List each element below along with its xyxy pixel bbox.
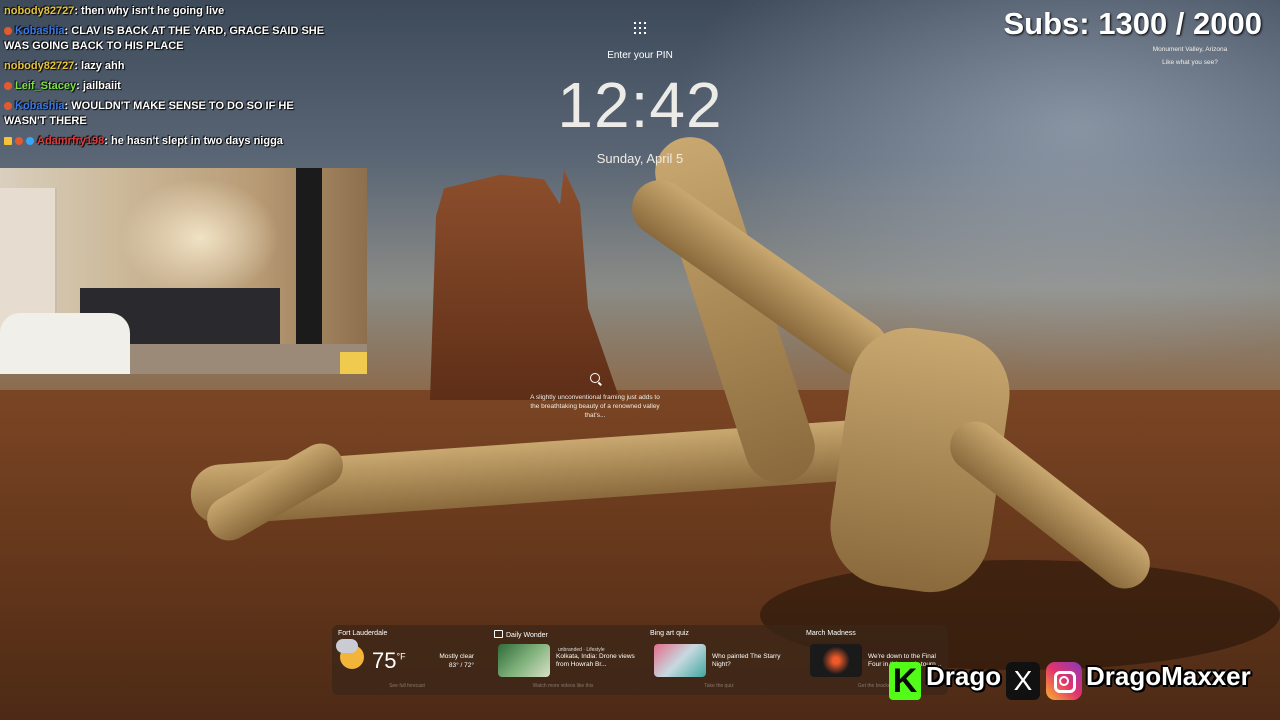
search-icon[interactable] bbox=[590, 373, 600, 383]
chat-message: Kobashia: CLAV IS BACK AT THE YARD, GRAC… bbox=[4, 25, 325, 52]
chat-username: nobody82727 bbox=[4, 5, 75, 17]
flame-badge-icon bbox=[4, 102, 12, 111]
x-icon: X bbox=[1006, 662, 1040, 700]
chat-text: then why isn't he going live bbox=[81, 5, 225, 17]
widget-footer[interactable]: Take the quiz bbox=[644, 683, 794, 689]
widget-title-text: Daily Wonder bbox=[506, 632, 548, 639]
widget-title: Bing art quiz bbox=[650, 630, 689, 637]
apps-grid-icon[interactable] bbox=[634, 22, 646, 35]
lock-clock: 12:42 bbox=[557, 69, 723, 141]
instagram-username: DragoMaxxer bbox=[1086, 661, 1251, 691]
chat-message: Leif_Stacey: jailbaiit bbox=[4, 79, 329, 94]
chat-username: nobody82727 bbox=[4, 60, 75, 72]
spotlight-info[interactable]: Monument Valley, Arizona Like what you s… bbox=[1130, 43, 1250, 69]
chat-text: lazy ahh bbox=[81, 60, 125, 72]
like-prompt[interactable]: Like what you see? bbox=[1130, 56, 1250, 69]
weather-widget[interactable]: Fort Lauderdale 75°F Mostly clear 83° / … bbox=[332, 625, 482, 695]
temp-value: 75 bbox=[372, 648, 397, 673]
flame-badge-icon bbox=[15, 137, 23, 146]
weather-condition: Mostly clear 83° / 72° bbox=[434, 652, 474, 670]
kick-icon: K bbox=[889, 662, 921, 700]
chat-username: Kobashia bbox=[15, 100, 65, 112]
basketball-thumbnail bbox=[810, 644, 862, 677]
image-icon bbox=[494, 630, 503, 638]
cam-box bbox=[340, 352, 367, 374]
instagram-icon bbox=[1046, 662, 1082, 700]
webcam-feed bbox=[0, 168, 367, 374]
art-quiz-widget[interactable]: Bing art quiz Who painted The Starry Nig… bbox=[644, 625, 794, 695]
widget-headline: Kolkata, India: Drone views from Howrah … bbox=[556, 653, 635, 668]
widget-headline: Who painted The Starry Night? bbox=[712, 653, 781, 668]
lock-date: Sunday, April 5 bbox=[596, 151, 684, 166]
cam-chair bbox=[0, 313, 130, 374]
chat-username: Kobashia bbox=[15, 25, 65, 37]
spotlight-caption[interactable]: A slightly unconventional framing just a… bbox=[530, 393, 660, 420]
social-banner: K Drago X DragoMaxxer bbox=[884, 657, 1266, 705]
widget-title: Fort Lauderdale bbox=[338, 630, 388, 637]
art-thumbnail bbox=[654, 644, 706, 677]
chat-username: Adamrfry198 bbox=[37, 135, 105, 147]
crown-badge-icon bbox=[4, 137, 12, 146]
weather-icon bbox=[336, 639, 364, 669]
kick-username: Drago bbox=[926, 661, 1002, 691]
chat-text: jailbaiit bbox=[82, 80, 121, 92]
widget-title: Daily Wonder bbox=[494, 630, 548, 639]
location-label: Monument Valley, Arizona bbox=[1152, 46, 1228, 53]
mitten-butte bbox=[430, 170, 620, 400]
daily-wonder-widget[interactable]: Daily Wonder unbranded · Lifestyle Kolka… bbox=[488, 625, 638, 695]
condition-text: Mostly clear bbox=[439, 653, 474, 660]
chat-username: Leif_Stacey bbox=[15, 80, 77, 92]
subs-counter: Subs: 1300 / 2000 bbox=[1003, 6, 1263, 41]
chat-message: nobody82727: then why isn't he going liv… bbox=[4, 5, 225, 17]
widget-footer[interactable]: Watch more videos like this bbox=[488, 683, 638, 689]
pin-prompt[interactable]: Enter your PIN bbox=[540, 50, 740, 61]
temp-range: 83° / 72° bbox=[448, 662, 474, 669]
gem-badge-icon bbox=[26, 137, 34, 146]
stream-chat: nobody82727: then why isn't he going liv… bbox=[4, 4, 329, 154]
widgets-bar: Fort Lauderdale 75°F Mostly clear 83° / … bbox=[332, 625, 948, 695]
chat-message: Kobashia: WOULDN'T MAKE SENSE TO DO SO I… bbox=[4, 100, 294, 127]
temp-unit: °F bbox=[396, 651, 406, 662]
widget-title: March Madness bbox=[806, 630, 856, 637]
cam-wall-light bbox=[120, 178, 280, 298]
temperature: 75°F bbox=[372, 648, 406, 674]
drone-thumbnail bbox=[498, 644, 550, 677]
chat-message: nobody82727: lazy ahh bbox=[4, 60, 125, 72]
widget-footer[interactable]: See full forecast bbox=[332, 683, 482, 689]
chat-message: Adamrfry198: he hasn't slept in two days… bbox=[4, 134, 329, 149]
flame-badge-icon bbox=[4, 82, 12, 91]
chat-text: he hasn't slept in two days nigga bbox=[111, 135, 283, 147]
flame-badge-icon bbox=[4, 27, 12, 36]
